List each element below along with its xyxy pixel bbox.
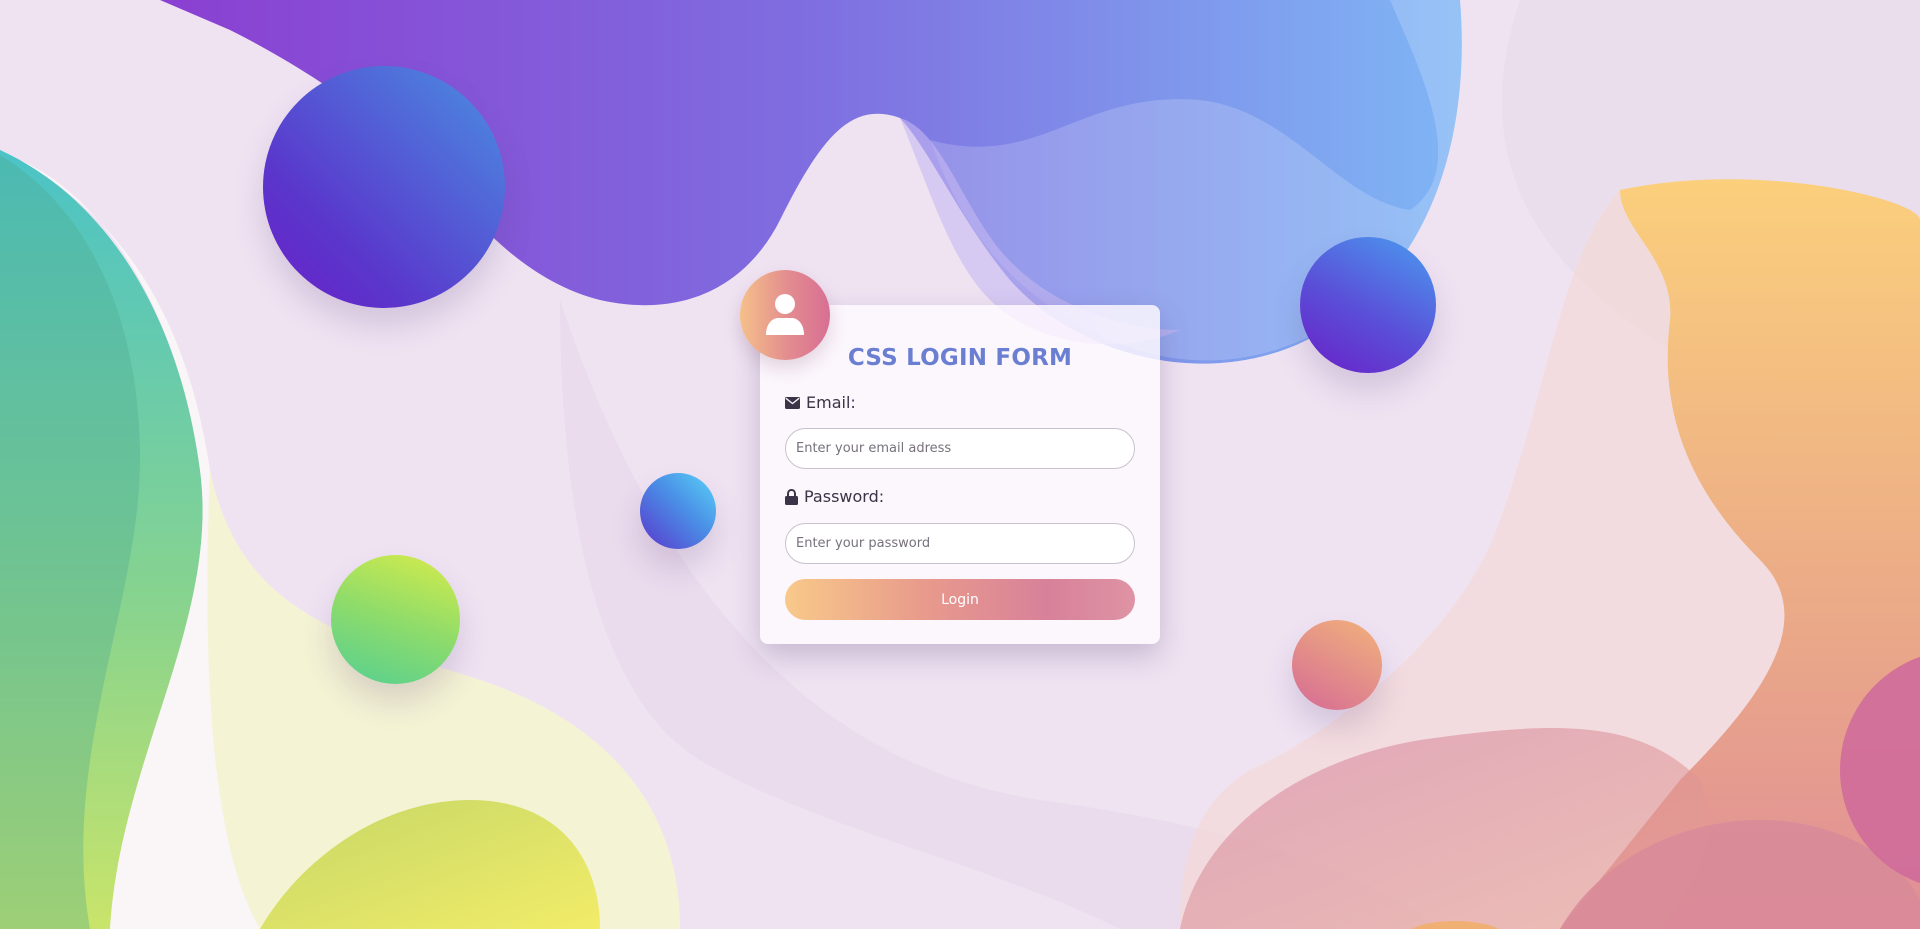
email-input[interactable] xyxy=(785,428,1135,469)
email-label: Email: xyxy=(806,393,856,412)
login-button[interactable]: Login xyxy=(785,579,1135,620)
password-input[interactable] xyxy=(785,523,1135,564)
form-title: CSS LOGIN FORM xyxy=(847,345,1073,371)
password-label-row: Password: xyxy=(785,487,884,506)
lock-icon xyxy=(785,488,798,505)
login-page: CSS LOGIN FORM Email: Password: Login xyxy=(0,0,1920,929)
user-icon xyxy=(766,294,804,335)
avatar xyxy=(740,270,830,360)
decorative-circle-purple-right xyxy=(1300,237,1436,373)
decorative-circle-peach xyxy=(1292,620,1382,710)
login-form: CSS LOGIN FORM Email: Password: Login xyxy=(760,305,1160,644)
password-label: Password: xyxy=(804,487,885,506)
decorative-circle-blue-small xyxy=(640,473,716,549)
email-label-row: Email: xyxy=(785,393,856,412)
decorative-circle-green xyxy=(331,555,460,684)
decorative-circle-purple-large xyxy=(263,66,505,308)
envelope-icon xyxy=(785,396,800,409)
